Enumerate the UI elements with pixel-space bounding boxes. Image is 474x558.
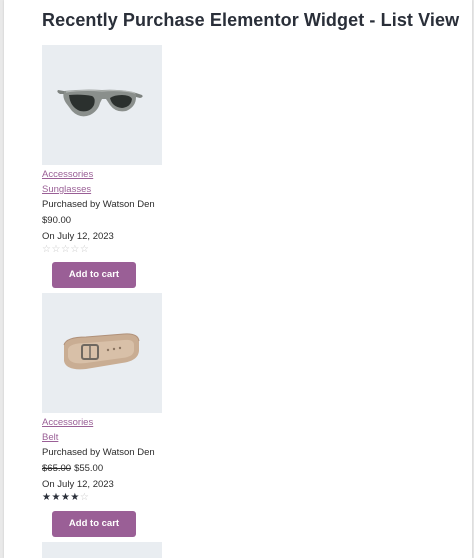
- star-empty-icon: ☆: [60, 244, 71, 255]
- price: $90.00: [42, 215, 72, 226]
- add-to-cart-button[interactable]: Add to cart: [52, 511, 136, 537]
- star-rating: ★★★★☆: [42, 493, 162, 504]
- page-title: Recently Purchase Elementor Widget - Lis…: [42, 10, 460, 30]
- category-link[interactable]: Accessories: [42, 415, 162, 430]
- star-filled-icon: ★: [70, 492, 80, 503]
- purchased-by-text: Purchased by Watson Den: [42, 447, 155, 458]
- old-price: $65.00: [42, 463, 72, 474]
- product-name-link[interactable]: Sunglasses: [42, 182, 162, 197]
- star-filled-icon: ★: [60, 492, 71, 503]
- star-empty-icon: ☆: [51, 244, 61, 255]
- purchase-date: On July 12, 2023: [42, 479, 114, 490]
- star-rating: ☆☆☆☆☆: [42, 245, 162, 256]
- widget-canvas: Recently Purchase Elementor Widget - Lis…: [4, 0, 472, 558]
- star-empty-icon: ☆: [70, 244, 80, 255]
- list-item: Accessories Sunglasses Purchased by Wats…: [42, 45, 162, 288]
- product-image[interactable]: [42, 45, 162, 165]
- purchase-date: On July 12, 2023: [42, 231, 114, 242]
- product-name-link[interactable]: Belt: [42, 430, 162, 445]
- category-link[interactable]: Accessories: [42, 167, 162, 182]
- star-empty-icon: ☆: [79, 244, 90, 255]
- belt-icon: [63, 333, 140, 370]
- product-image[interactable]: [42, 542, 162, 558]
- list-item: [42, 542, 162, 558]
- star-empty-icon: ☆: [79, 492, 90, 503]
- sunglasses-icon: [57, 89, 143, 117]
- sale-price: $55.00: [74, 463, 104, 474]
- list-item: Accessories Belt Purchased by Watson Den…: [42, 293, 162, 537]
- product-image[interactable]: [42, 293, 162, 413]
- star-filled-icon: ★: [51, 492, 61, 503]
- purchased-by-text: Purchased by Watson Den: [42, 199, 155, 210]
- price: $65.00 $55.00: [42, 461, 162, 477]
- add-to-cart-button[interactable]: Add to cart: [52, 262, 136, 288]
